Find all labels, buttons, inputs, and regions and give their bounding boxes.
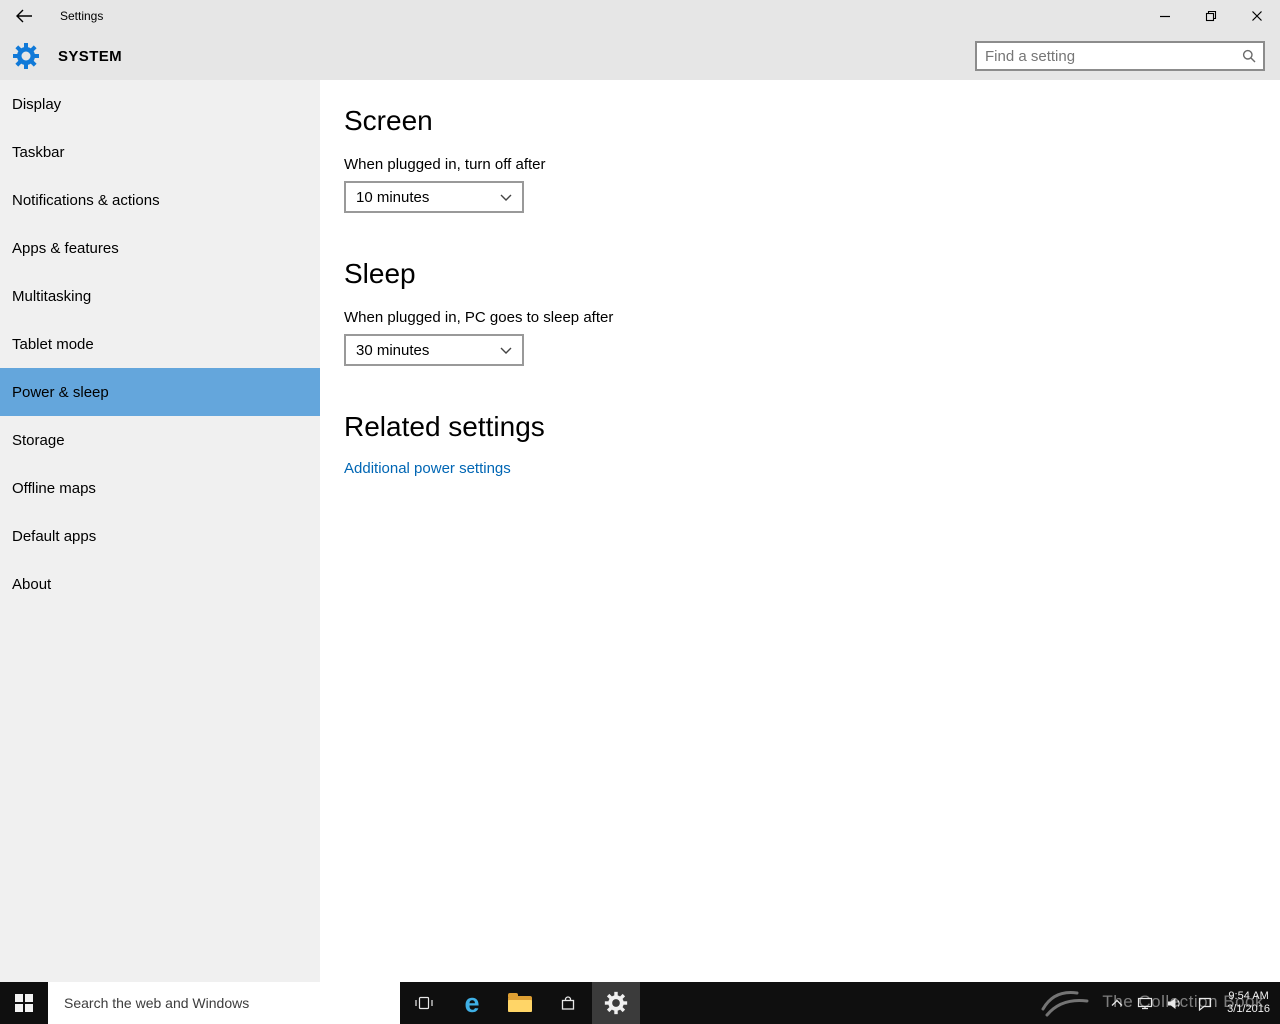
search-icon	[1242, 49, 1256, 63]
main-content: Screen When plugged in, turn off after 1…	[320, 80, 1280, 982]
sidebar-item-apps-features[interactable]: Apps & features	[0, 224, 320, 272]
file-explorer-icon	[508, 993, 532, 1012]
edge-icon: e	[464, 987, 480, 1018]
maximize-restore-button[interactable]	[1188, 0, 1234, 32]
find-setting-searchbox[interactable]	[975, 41, 1265, 71]
task-view-button[interactable]	[400, 982, 448, 1024]
network-tray-button[interactable]	[1137, 996, 1153, 1010]
sidebar: Display Taskbar Notifications & actions …	[0, 80, 320, 982]
store-button[interactable]	[544, 982, 592, 1024]
chevron-up-icon	[1111, 999, 1123, 1006]
find-setting-input[interactable]	[977, 47, 1242, 65]
back-arrow-icon	[16, 9, 32, 23]
sidebar-item-taskbar[interactable]: Taskbar	[0, 128, 320, 176]
store-bag-icon	[561, 996, 575, 1010]
clock-date: 3/1/2016	[1227, 1003, 1270, 1015]
screen-heading: Screen	[344, 105, 433, 136]
edge-button[interactable]: e	[448, 982, 496, 1024]
app-header: SYSTEM	[0, 32, 1280, 80]
task-view-icon	[415, 996, 433, 1010]
screen-timeout-dropdown[interactable]: 10 minutes	[344, 181, 524, 213]
sleep-timeout-label: When plugged in, PC goes to sleep after	[344, 309, 614, 326]
settings-gear-icon	[604, 991, 628, 1015]
window-title: Settings	[60, 9, 104, 23]
minimize-button[interactable]	[1142, 0, 1188, 32]
action-center-button[interactable]	[1197, 996, 1213, 1011]
restore-icon	[1205, 10, 1217, 22]
minimize-icon	[1160, 15, 1170, 18]
screen-timeout-value: 10 minutes	[356, 188, 430, 206]
taskbar-search-input[interactable]	[48, 982, 400, 1024]
sidebar-item-notifications-actions[interactable]: Notifications & actions	[0, 176, 320, 224]
back-button[interactable]	[0, 0, 48, 32]
sidebar-item-offline-maps[interactable]: Offline maps	[0, 464, 320, 512]
chevron-down-icon	[500, 347, 512, 354]
taskbar-search-box[interactable]	[48, 982, 400, 1024]
sidebar-item-display[interactable]: Display	[0, 80, 320, 128]
sidebar-item-multitasking[interactable]: Multitasking	[0, 272, 320, 320]
sidebar-item-power-sleep[interactable]: Power & sleep	[0, 368, 320, 416]
page-title: SYSTEM	[58, 47, 123, 65]
screen-timeout-label: When plugged in, turn off after	[344, 156, 546, 173]
clock-time: 9:54 AM	[1228, 990, 1269, 1002]
sidebar-item-storage[interactable]: Storage	[0, 416, 320, 464]
additional-power-settings-link[interactable]: Additional power settings	[344, 460, 511, 477]
titlebar: Settings	[0, 0, 1280, 32]
related-settings-heading: Related settings	[344, 411, 545, 442]
system-tray: 9:54 AM 3/1/2016	[1111, 982, 1280, 1024]
sidebar-item-about[interactable]: About	[0, 560, 320, 608]
close-icon	[1252, 11, 1262, 21]
volume-tray-button[interactable]	[1167, 997, 1183, 1010]
sleep-timeout-value: 30 minutes	[356, 341, 430, 359]
speaker-icon	[1168, 997, 1180, 1009]
sleep-timeout-dropdown[interactable]: 30 minutes	[344, 334, 524, 366]
settings-taskbar-button[interactable]	[592, 982, 640, 1024]
sidebar-item-tablet-mode[interactable]: Tablet mode	[0, 320, 320, 368]
network-icon	[1138, 997, 1153, 1010]
taskbar: e	[0, 982, 1280, 1024]
sidebar-item-default-apps[interactable]: Default apps	[0, 512, 320, 560]
start-button[interactable]	[0, 982, 48, 1024]
system-gear-icon	[13, 43, 39, 69]
sleep-heading: Sleep	[344, 258, 416, 289]
close-button[interactable]	[1234, 0, 1280, 32]
show-hidden-icons-button[interactable]	[1111, 999, 1123, 1007]
window-controls	[1142, 0, 1280, 32]
clock[interactable]: 9:54 AM 3/1/2016	[1227, 990, 1270, 1016]
windows-logo-icon	[15, 994, 33, 1012]
action-center-icon	[1199, 997, 1212, 1011]
chevron-down-icon	[500, 194, 512, 201]
file-explorer-button[interactable]	[496, 982, 544, 1024]
